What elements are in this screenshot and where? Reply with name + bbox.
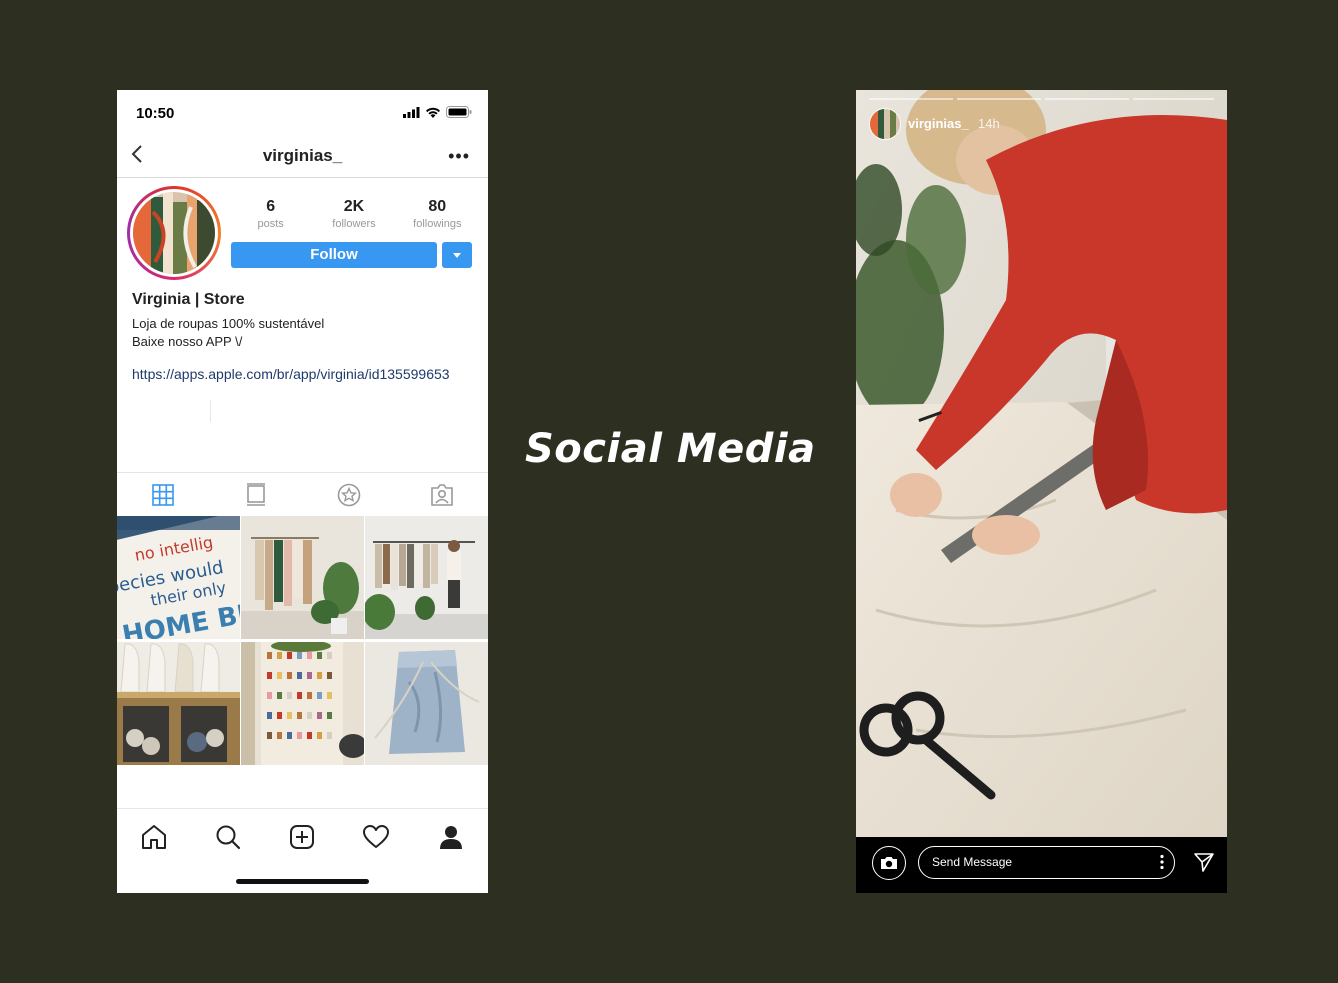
protest-sign-photo: no intellig pecies would their only HOME…	[117, 516, 240, 639]
story-progress-segment	[1045, 98, 1129, 100]
status-icons	[403, 106, 472, 118]
post-grid: no intellig pecies would their only HOME…	[117, 516, 488, 765]
tagged-icon[interactable]	[430, 483, 454, 507]
stat-followings[interactable]: 80 followings	[397, 198, 477, 230]
signal-icon	[403, 106, 420, 118]
battery-icon	[446, 106, 472, 118]
follow-dropdown-button[interactable]	[442, 242, 472, 268]
heart-icon[interactable]	[362, 823, 390, 851]
canvas: 10:50 virginias_ ••• 6 posts 2K follower…	[0, 0, 1338, 983]
add-post-icon[interactable]	[288, 823, 316, 851]
stat-label: followings	[413, 218, 462, 230]
story-username[interactable]: virginias_	[908, 116, 969, 131]
profile-username: virginias_	[262, 146, 343, 165]
mannequins-photo	[117, 642, 240, 765]
wifi-icon	[426, 107, 440, 118]
stat-followers[interactable]: 2K followers	[314, 198, 394, 230]
feed-icon[interactable]	[244, 483, 268, 507]
story-phone-mockup: virginias_ 14h Send Message	[856, 90, 1227, 893]
grid-icon[interactable]	[151, 483, 175, 507]
denim-bag-photo	[365, 642, 488, 765]
profile-phone-mockup: 10:50 virginias_ ••• 6 posts 2K follower…	[117, 90, 488, 893]
send-icon[interactable]	[1193, 851, 1215, 873]
profile-icon[interactable]	[437, 823, 465, 851]
post-thumbnail[interactable]	[241, 642, 364, 765]
send-message-input[interactable]: Send Message	[918, 846, 1175, 879]
stat-value: 6	[266, 198, 276, 215]
bio-line-1: Loja de roupas 100% sustentável	[132, 316, 325, 331]
message-placeholder: Send Message	[932, 855, 1013, 869]
post-thumbnail[interactable]	[117, 642, 240, 765]
thread-wall-photo	[241, 642, 364, 765]
chevron-down-icon	[453, 253, 461, 258]
status-time: 10:50	[136, 105, 175, 122]
status-bar: 10:50	[117, 90, 488, 134]
stat-label: posts	[257, 218, 284, 230]
profile-header: virginias_ •••	[117, 134, 488, 178]
profile-tabs	[117, 472, 488, 517]
profile-avatar[interactable]	[127, 186, 221, 280]
camera-icon	[881, 857, 897, 869]
story-reply-bar: Send Message	[856, 837, 1227, 893]
camera-button[interactable]	[872, 846, 906, 880]
stat-posts[interactable]: 6 posts	[231, 198, 311, 230]
story-progress-segment	[1133, 98, 1214, 100]
more-options-icon[interactable]	[1160, 854, 1164, 870]
clothing-rack-photo	[241, 516, 364, 639]
post-thumbnail[interactable]	[365, 642, 488, 765]
bio-link[interactable]: https://apps.apple.com/br/app/virginia/i…	[132, 366, 450, 382]
stat-value: 2K	[343, 198, 365, 215]
divider	[210, 400, 211, 422]
story-timestamp: 14h	[978, 116, 1000, 131]
more-options-icon[interactable]: •••	[448, 146, 470, 167]
search-icon[interactable]	[214, 823, 242, 851]
bio-name: Virginia | Store	[132, 291, 245, 308]
star-icon[interactable]	[337, 483, 361, 507]
post-thumbnail[interactable]	[241, 516, 364, 639]
stat-value: 80	[428, 198, 447, 215]
story-photo	[856, 90, 1227, 893]
post-thumbnail[interactable]	[365, 516, 488, 639]
home-icon[interactable]	[140, 823, 168, 851]
store-interior-photo	[365, 516, 488, 639]
story-progress-segment	[957, 98, 1041, 100]
bio-line-2: Baixe nosso APP \/	[132, 334, 243, 349]
stat-label: followers	[332, 218, 376, 230]
follow-button[interactable]: Follow	[231, 242, 437, 268]
story-avatar[interactable]	[869, 108, 901, 140]
profile-stats: 6 posts 2K followers 80 followings	[229, 198, 479, 230]
home-indicator[interactable]	[236, 879, 369, 884]
story-progress-segment	[869, 98, 953, 100]
page-title: Social Media	[525, 426, 816, 472]
post-thumbnail[interactable]: no intellig pecies would their only HOME…	[117, 516, 240, 639]
